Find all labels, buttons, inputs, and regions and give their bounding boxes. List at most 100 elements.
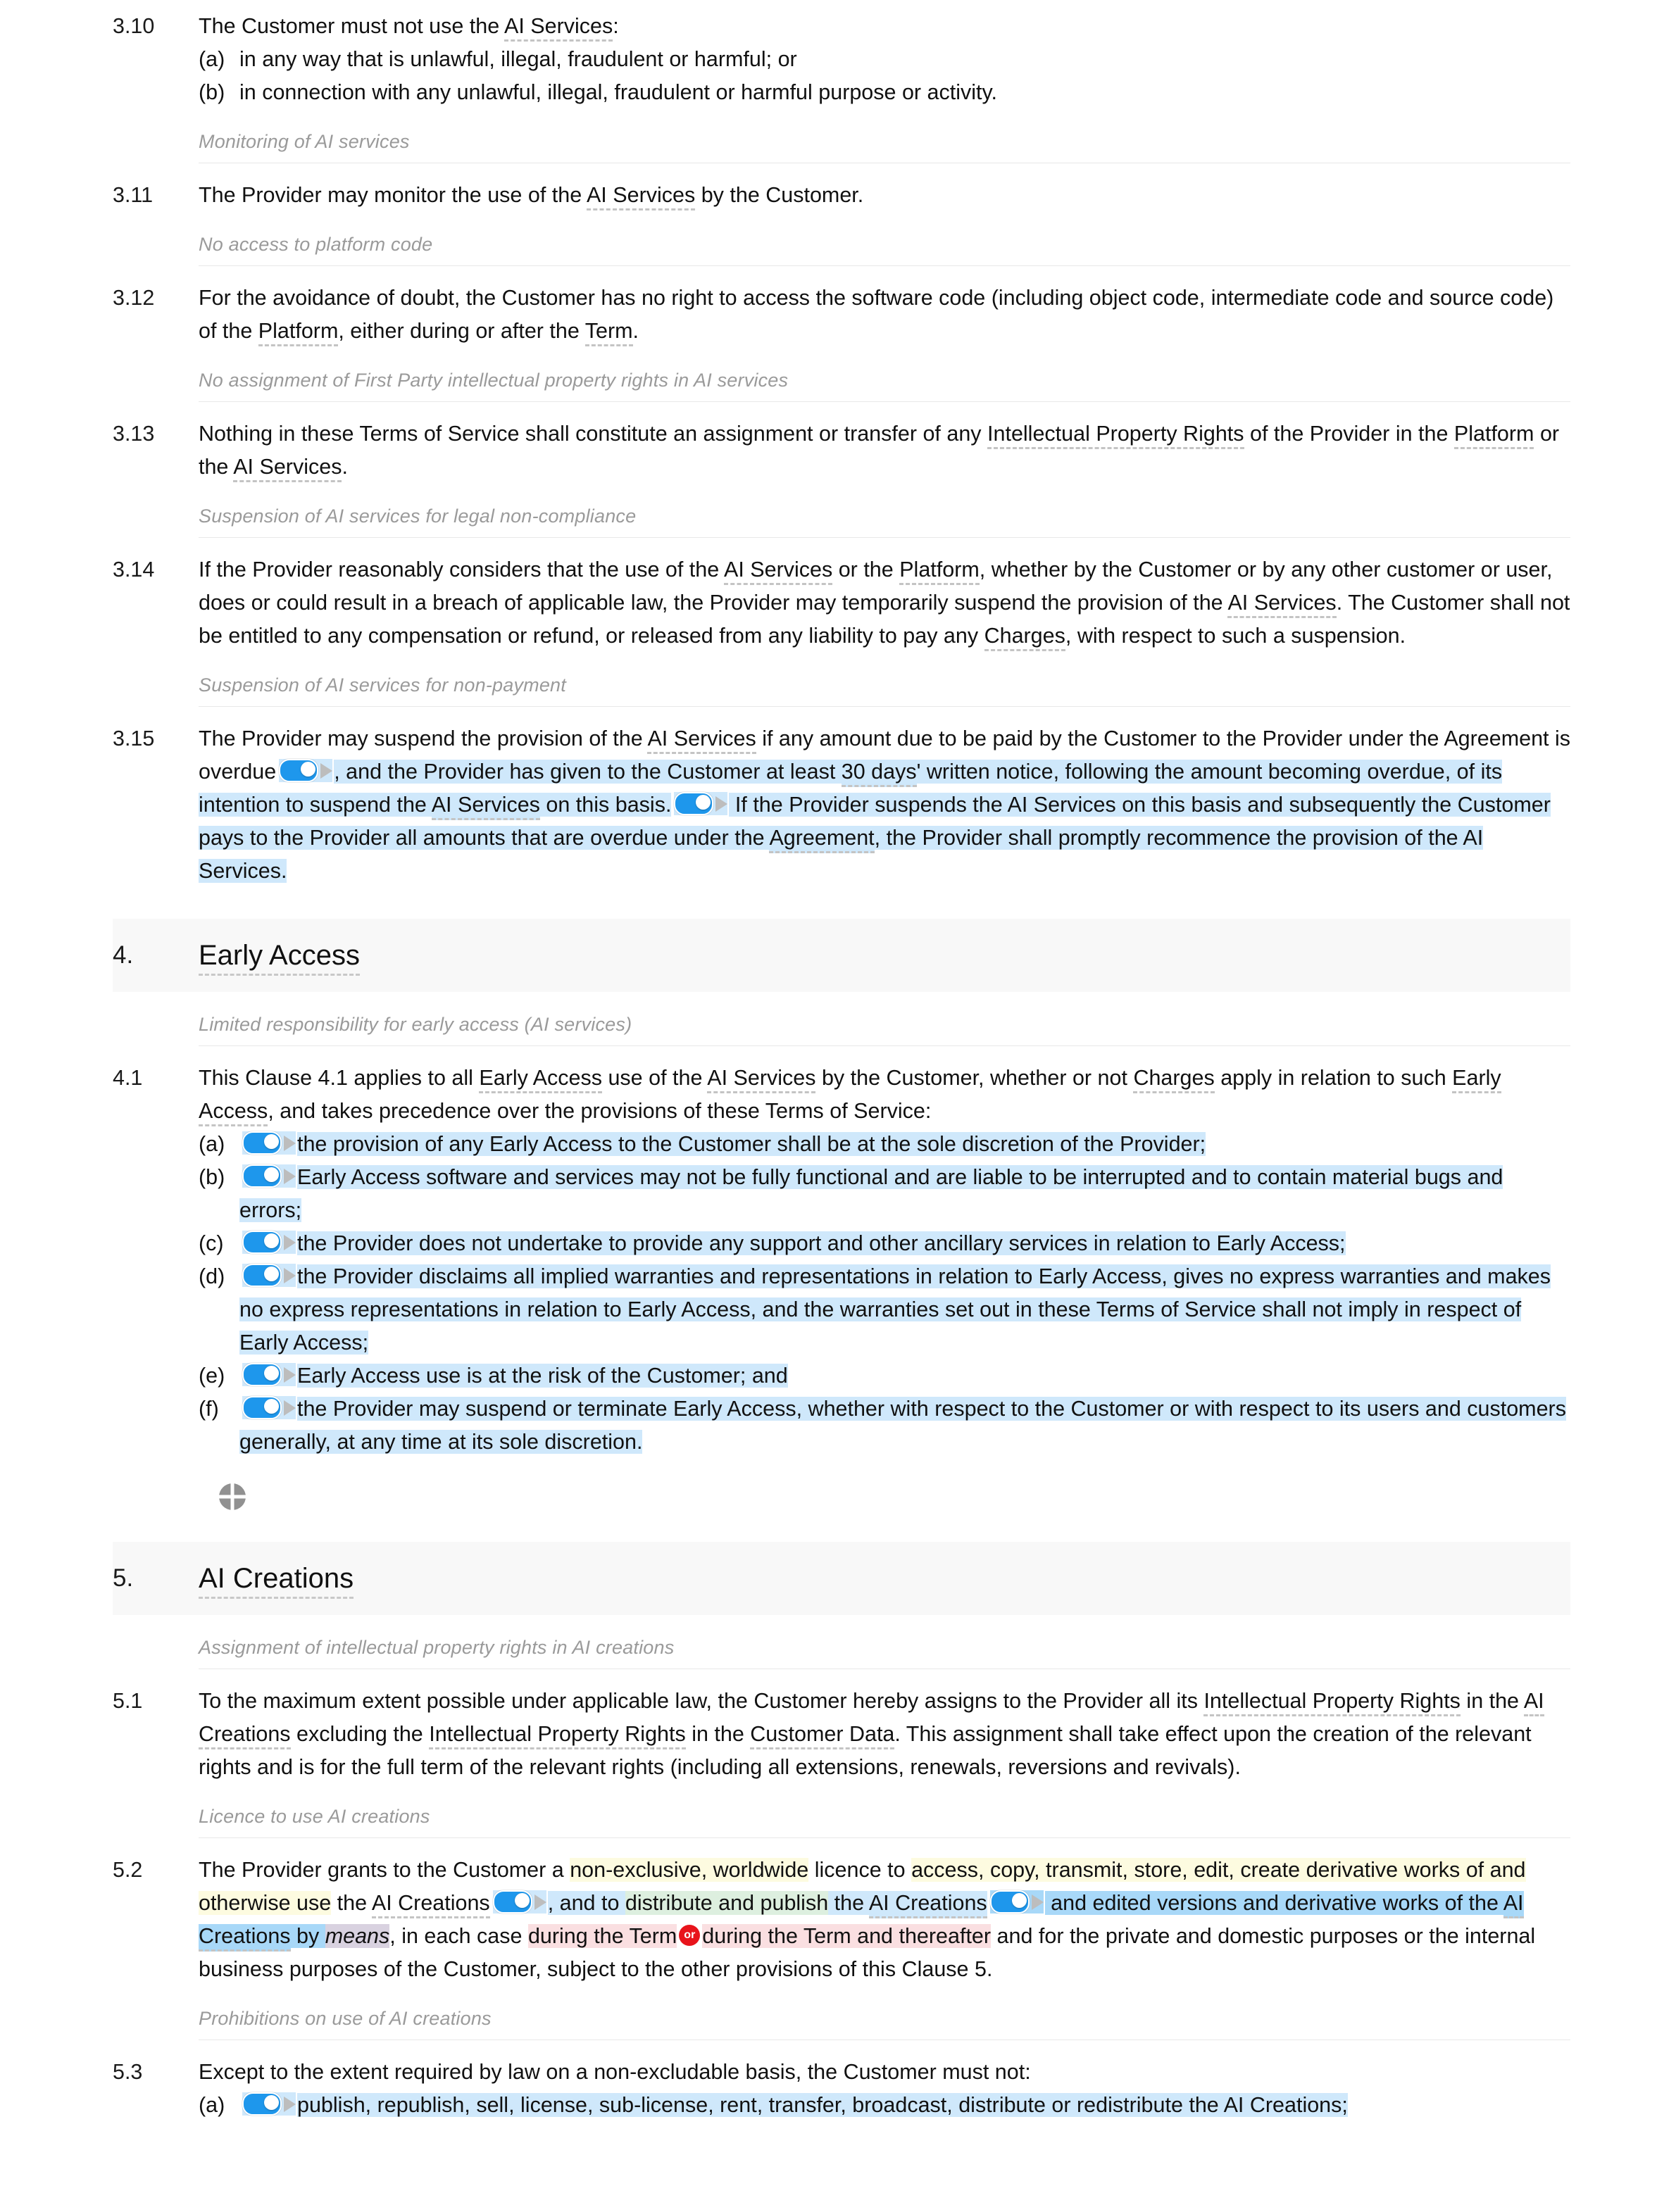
toggle-switch-on[interactable] <box>279 759 319 783</box>
optional-clause-toggle[interactable] <box>242 2092 296 2116</box>
defined-term-platform[interactable]: Platform <box>899 558 980 585</box>
optional-clause-toggle[interactable] <box>242 1264 296 1288</box>
subheading-assignment-block: Assignment of intellectual property righ… <box>199 1633 1570 1669</box>
quadrant-move-handle-icon[interactable] <box>218 1483 246 1511</box>
defined-term-ai-services[interactable]: AI Services <box>233 455 342 482</box>
play-triangle-icon[interactable] <box>534 1894 546 1910</box>
list-item: (a) the provision of any Early Access to… <box>199 1128 1570 1161</box>
clause-text-part: of the Provider in the <box>1244 422 1454 446</box>
clause-text-part: , and takes precedence over the provisio… <box>268 1099 932 1123</box>
clause-text-part: To the maximum extent possible under app… <box>199 1689 1204 1713</box>
toggle-switch-on[interactable] <box>242 1231 282 1255</box>
play-triangle-icon[interactable] <box>284 2096 296 2112</box>
defined-term-ai-services[interactable]: AI Services <box>586 183 696 210</box>
clause-text: The Provider may suspend the provision o… <box>199 722 1570 888</box>
clause-text-part: . <box>632 319 639 343</box>
list-item-text: publish, republish, sell, license, sub-l… <box>297 2093 1348 2117</box>
defined-term-platform[interactable]: Platform <box>1453 422 1534 449</box>
subheading-no-access-block: No access to platform code <box>199 230 1570 266</box>
optional-clause-toggle[interactable] <box>242 1396 296 1420</box>
clause-number: 3.15 <box>113 727 155 750</box>
clause-text: Except to the extent required by law on … <box>199 2056 1570 2122</box>
defined-term-ai-services[interactable]: AI Services <box>647 727 756 754</box>
toggle-switch-on[interactable] <box>674 792 714 816</box>
clause-5-1: 5.1 To the maximum extent possible under… <box>113 1685 1570 1784</box>
list-item-text: Early Access software and services may n… <box>239 1165 1503 1222</box>
clause-text-part: by the Customer, whether or not <box>815 1066 1134 1090</box>
list-item-text: the provision of any Early Access to the… <box>297 1132 1206 1156</box>
defined-term-ai-services[interactable]: AI Services <box>504 14 613 42</box>
play-triangle-icon[interactable] <box>284 1400 296 1416</box>
toggle-switch-on[interactable] <box>242 1396 282 1420</box>
alternative-option-a[interactable]: during the Term <box>527 1924 677 1948</box>
clause-text: This Clause 4.1 applies to all Early Acc… <box>199 1062 1570 1459</box>
optional-clause-toggle[interactable] <box>674 792 728 816</box>
toggle-switch-on[interactable] <box>242 1131 282 1155</box>
clause-text: The Provider may monitor the use of the … <box>199 179 1570 212</box>
play-triangle-icon[interactable] <box>284 1234 296 1250</box>
alternative-option-b[interactable]: during the Term and thereafter <box>702 1924 992 1948</box>
clause-text: Nothing in these Terms of Service shall … <box>199 417 1570 484</box>
toggle-switch-on[interactable] <box>242 2092 282 2116</box>
defined-term-platform[interactable]: Platform <box>258 319 339 346</box>
toggle-switch-on[interactable] <box>989 1890 1030 1914</box>
section-number: 5. <box>113 1564 134 1592</box>
play-triangle-icon[interactable] <box>1031 1894 1044 1910</box>
list-item-text: Early Access use is at the risk of the C… <box>297 1364 788 1388</box>
clause-number: 3.12 <box>113 286 155 310</box>
defined-term-ai-services[interactable]: AI Services <box>1227 591 1337 618</box>
defined-term-early-access[interactable]: Early Access <box>479 1066 602 1093</box>
defined-term-early-access[interactable]: Early Access <box>199 940 360 976</box>
variable-days[interactable]: 30 days <box>841 760 917 787</box>
defined-term-term[interactable]: Term <box>584 319 633 346</box>
section-heading-5: 5. AI Creations <box>113 1542 1570 1615</box>
defined-term-ai-services[interactable]: AI Services <box>431 793 540 820</box>
play-triangle-icon[interactable] <box>320 762 333 779</box>
defined-term-intellectual-property-rights[interactable]: Intellectual Property Rights <box>1203 1689 1461 1716</box>
toggle-switch-on[interactable] <box>242 1164 282 1188</box>
variable-licence-scope[interactable]: non-exclusive, worldwide <box>570 1858 809 1882</box>
or-badge[interactable]: or <box>679 1924 701 1946</box>
list-item: (a) publish, republish, sell, license, s… <box>199 2089 1570 2122</box>
defined-term-charges[interactable]: Charges <box>984 624 1065 651</box>
defined-term-ai-creations[interactable]: AI Creations <box>199 1563 354 1599</box>
optional-clause-toggle[interactable] <box>492 1890 546 1914</box>
defined-term-charges[interactable]: Charges <box>1133 1066 1215 1093</box>
defined-term-intellectual-property-rights[interactable]: Intellectual Property Rights <box>987 422 1244 449</box>
defined-term-intellectual-property-rights[interactable]: Intellectual Property Rights <box>429 1722 686 1749</box>
clause-3-15: 3.15 The Provider may suspend the provis… <box>113 722 1570 888</box>
optional-clause-toggle[interactable] <box>242 1363 296 1387</box>
clause-text-part: If the Provider reasonably considers tha… <box>199 558 724 582</box>
list-item-label: (f) <box>199 1397 219 1421</box>
toggle-switch-on[interactable] <box>242 1264 282 1288</box>
optional-clause-toggle[interactable] <box>279 759 333 783</box>
play-triangle-icon[interactable] <box>284 1168 296 1184</box>
defined-term-customer-data[interactable]: Customer Data <box>750 1722 895 1749</box>
list-item-text: in connection with any unlawful, illegal… <box>239 80 997 104</box>
defined-term-ai-services[interactable]: AI Services <box>724 558 833 585</box>
toggle-switch-on[interactable] <box>492 1890 532 1914</box>
list-item-text: in any way that is unlawful, illegal, fr… <box>239 47 797 71</box>
subheading-label: Limited responsibility for early access … <box>199 1014 632 1035</box>
variable-distribute-publish[interactable]: distribute and publish <box>625 1891 829 1915</box>
play-triangle-icon[interactable] <box>284 1267 296 1283</box>
list-item-text-wrap: Early Access software and services may n… <box>239 1161 1570 1227</box>
list-item-label: (b) <box>199 1165 225 1189</box>
play-triangle-icon[interactable] <box>715 796 728 812</box>
subheading-label: No access to platform code <box>199 234 433 255</box>
variable-means[interactable]: means <box>325 1924 390 1948</box>
defined-term-agreement[interactable]: Agreement <box>769 826 875 853</box>
clause-number: 4.1 <box>113 1066 143 1090</box>
play-triangle-icon[interactable] <box>284 1135 296 1151</box>
optional-clause-toggle[interactable] <box>989 1890 1044 1914</box>
optional-clause-toggle[interactable] <box>242 1231 296 1255</box>
defined-term-ai-creations[interactable]: AI Creations <box>371 1891 490 1918</box>
defined-term-ai-creations[interactable]: AI Creations <box>868 1891 987 1918</box>
optional-text: the <box>828 1891 869 1915</box>
play-triangle-icon[interactable] <box>284 1366 296 1383</box>
toggle-switch-on[interactable] <box>242 1363 282 1387</box>
defined-term-ai-services[interactable]: AI Services <box>707 1066 816 1093</box>
optional-clause-toggle[interactable] <box>242 1131 296 1155</box>
optional-clause-toggle[interactable] <box>242 1164 296 1188</box>
clause-number: 5.3 <box>113 2060 143 2084</box>
